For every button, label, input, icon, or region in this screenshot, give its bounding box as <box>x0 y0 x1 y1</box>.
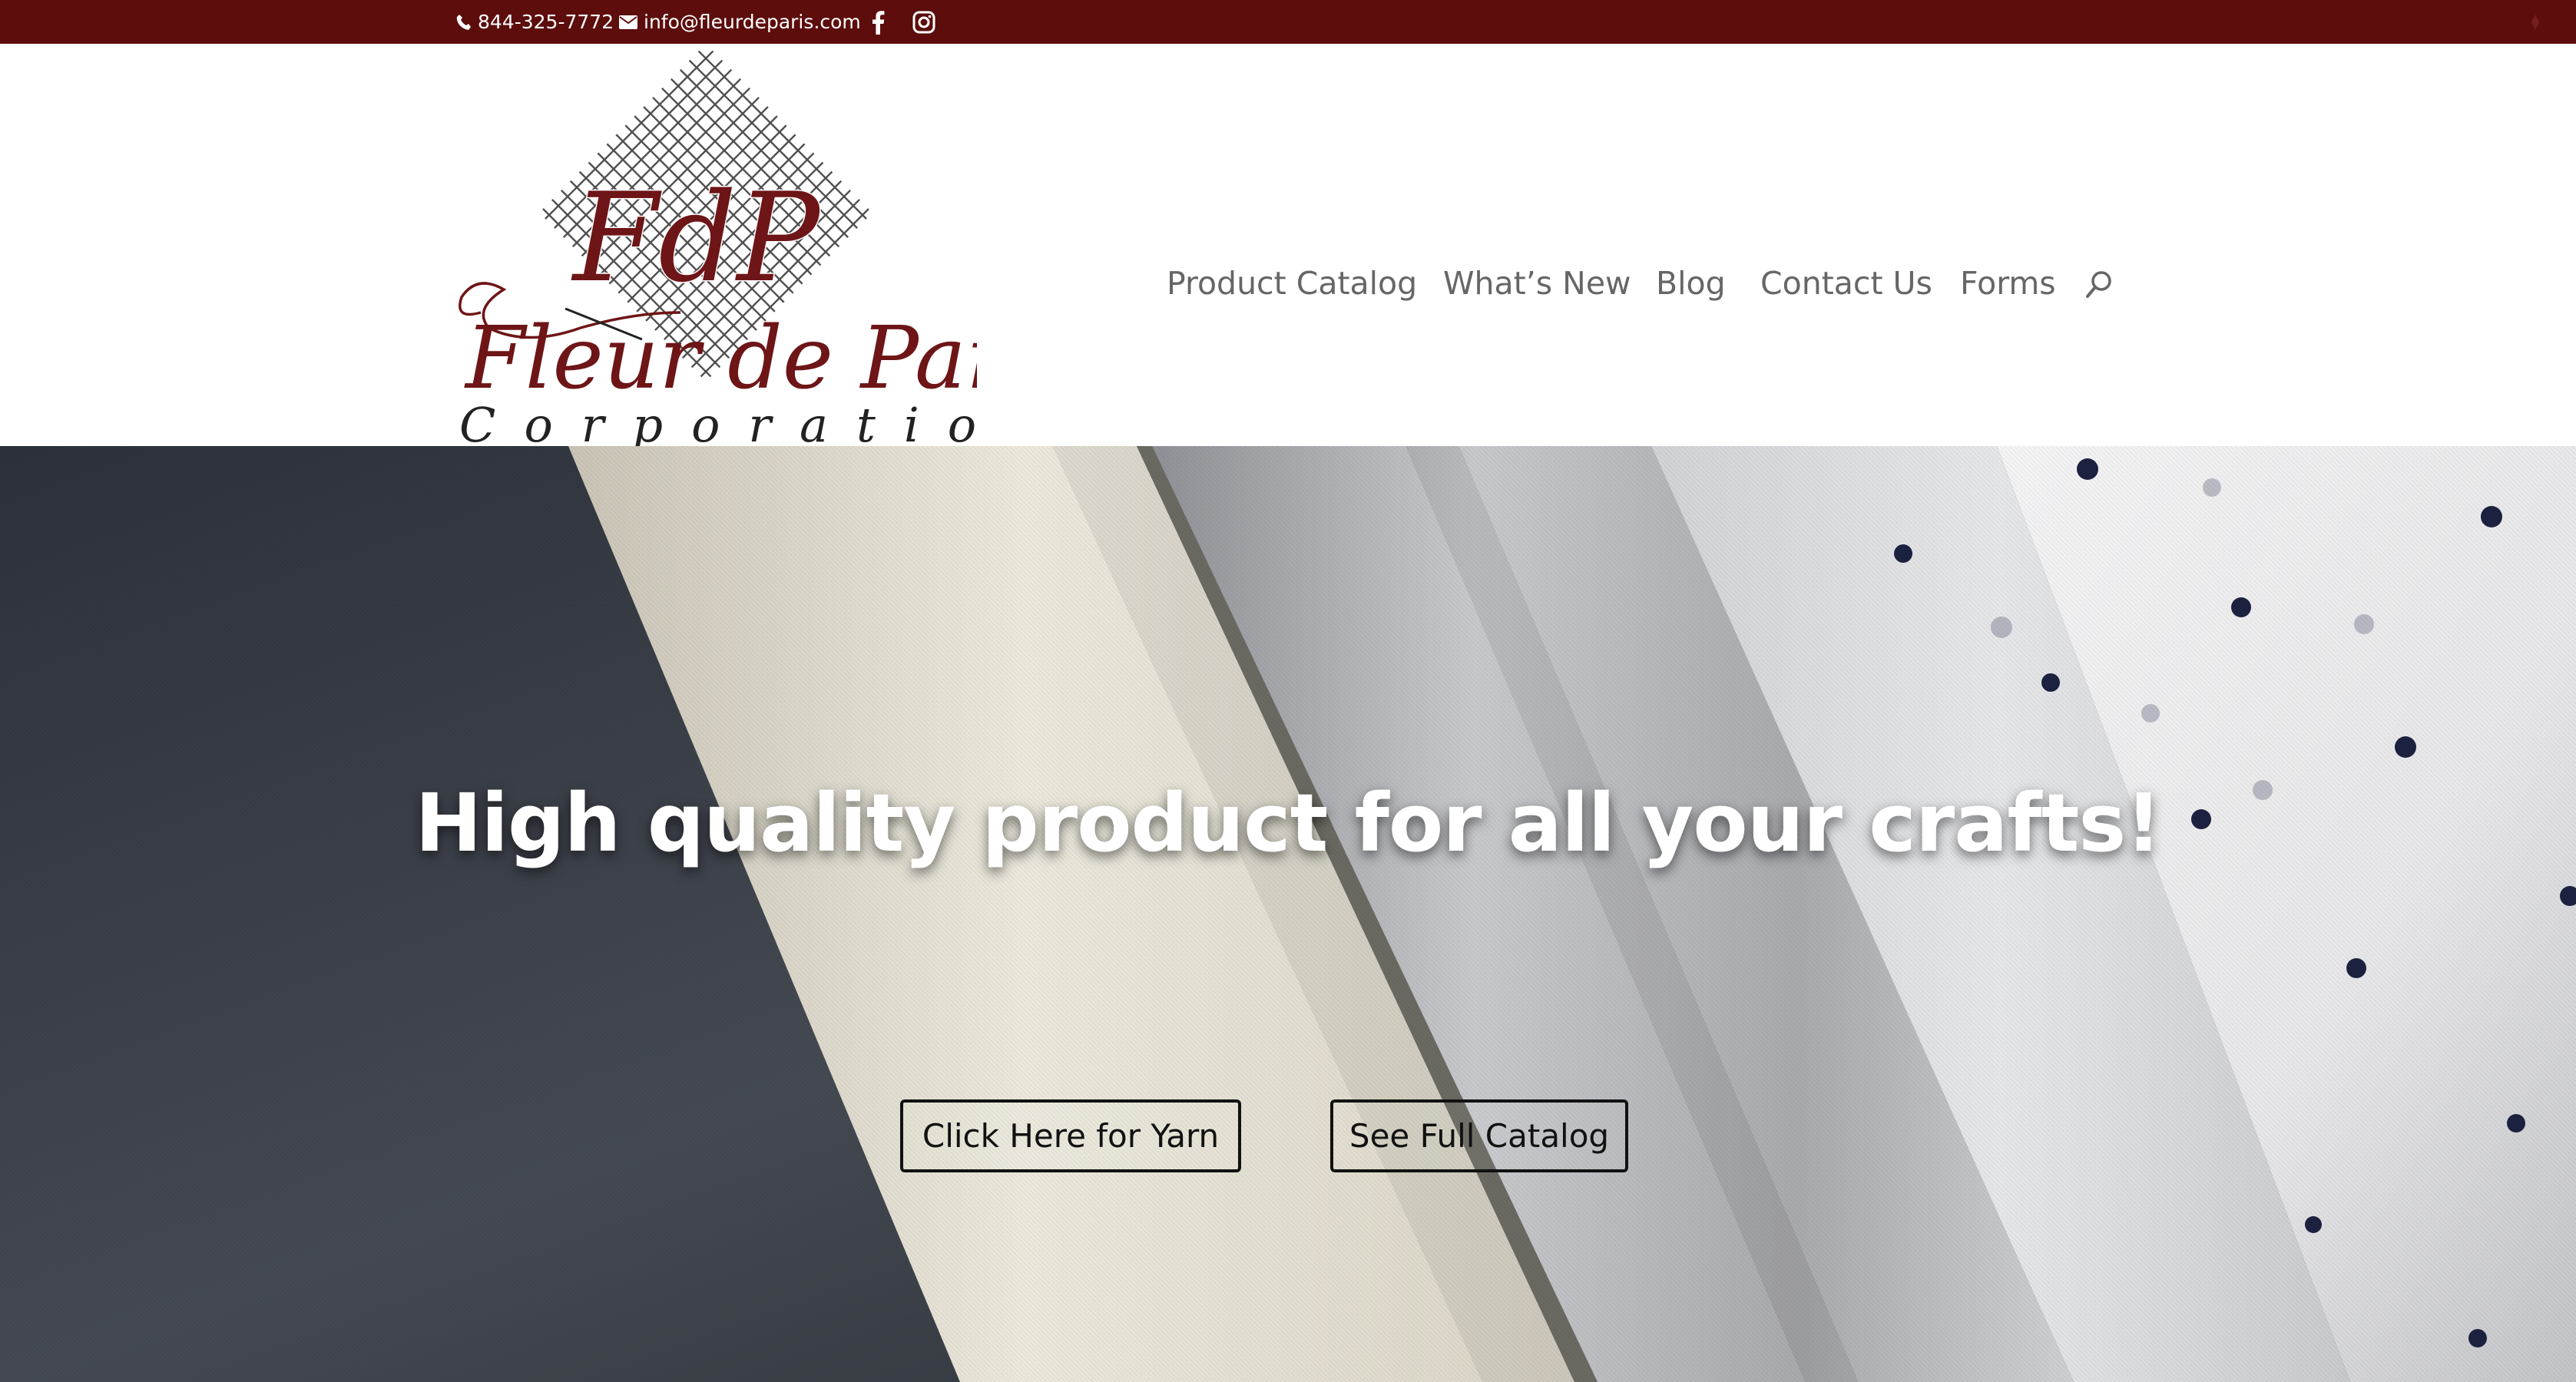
site-header: FdP Fleur de Paris Corporation Product C… <box>0 44 2576 453</box>
facebook-link[interactable] <box>871 0 891 44</box>
facebook-icon <box>871 10 885 35</box>
nav-forms[interactable]: Forms <box>1960 260 2056 306</box>
svg-text:Fleur de Paris: Fleur de Paris <box>464 309 977 408</box>
search-button[interactable] <box>2085 269 2116 300</box>
hero-title: High quality product for all your crafts… <box>415 776 2161 870</box>
nav-blog[interactable]: Blog <box>1656 260 1726 306</box>
phone-icon <box>456 14 472 31</box>
svg-text:FdP: FdP <box>571 166 821 309</box>
nav-product-catalog[interactable]: Product Catalog <box>1167 260 1417 306</box>
fabric-background-image <box>0 446 2576 1382</box>
corner-mark-icon <box>2530 0 2541 44</box>
nav-contact-us[interactable]: Contact Us <box>1760 260 1932 306</box>
hero-section: High quality product for all your crafts… <box>0 446 2576 1382</box>
search-icon <box>2085 271 2116 303</box>
email-link[interactable]: info@fleurdeparis.com <box>619 0 861 44</box>
yarn-button[interactable]: Click Here for Yarn <box>900 1099 1241 1172</box>
page: 844-325-7772 info@fleurdeparis.com FdP F… <box>0 0 2576 1382</box>
top-bar: 844-325-7772 info@fleurdeparis.com <box>0 0 2576 44</box>
phone-link[interactable]: 844-325-7772 <box>456 0 614 44</box>
instagram-link[interactable] <box>912 0 942 44</box>
nav-whats-new[interactable]: What’s New <box>1443 260 1631 306</box>
svg-text:Corporation: Corporation <box>459 397 977 446</box>
instagram-icon <box>912 11 935 34</box>
email-text: info@fleurdeparis.com <box>644 11 861 33</box>
mail-icon <box>619 15 637 29</box>
phone-text: 844-325-7772 <box>478 11 614 33</box>
full-catalog-button[interactable]: See Full Catalog <box>1330 1099 1628 1172</box>
logo[interactable]: FdP Fleur de Paris Corporation <box>458 44 1079 453</box>
